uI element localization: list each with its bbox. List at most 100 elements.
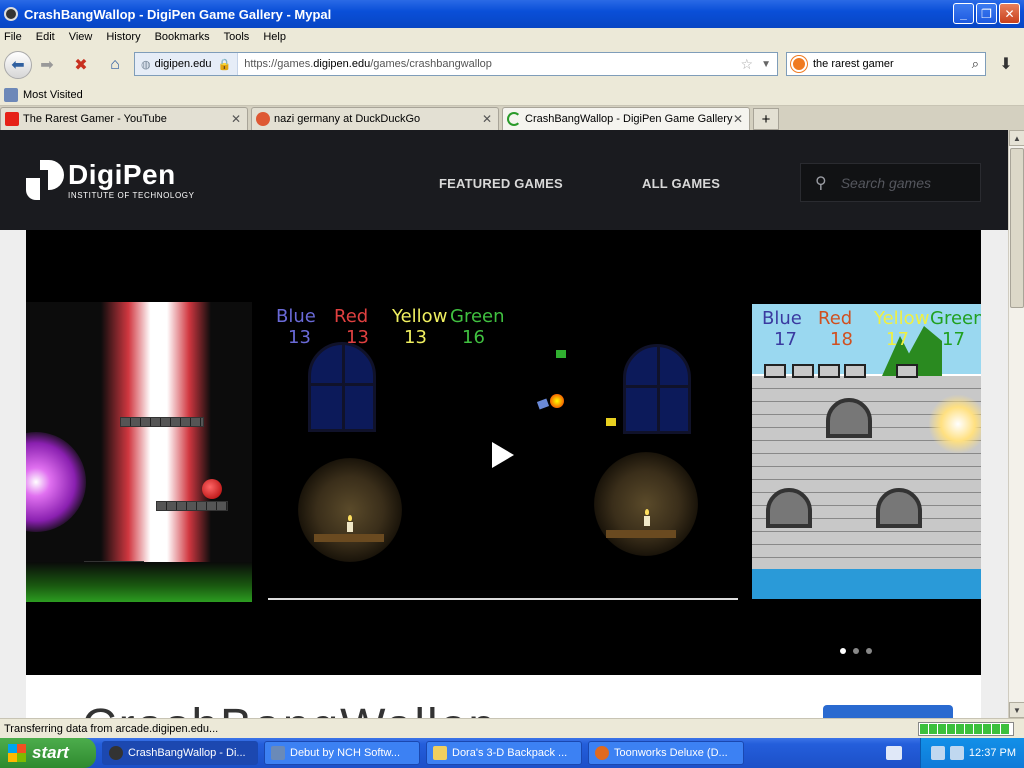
menu-file[interactable]: File	[4, 31, 22, 43]
download-game-button[interactable]	[823, 705, 953, 718]
team-name: Red	[818, 308, 853, 329]
play-icon[interactable]	[492, 442, 514, 468]
games-search-input[interactable]: ⚲ Search games	[800, 163, 981, 202]
address-bar[interactable]: ◍ digipen.edu 🔒 https://games.digipen.ed…	[134, 52, 778, 76]
window-controls: _ ❐ ✕	[953, 3, 1020, 24]
team-name: Blue	[762, 308, 802, 329]
stop-button[interactable]: ✖	[68, 53, 94, 77]
close-window-button[interactable]: ✕	[999, 3, 1020, 24]
score-green: Green 16	[450, 306, 508, 348]
menu-bookmarks[interactable]: Bookmarks	[155, 31, 210, 43]
nav-all-games[interactable]: ALL GAMES	[642, 176, 720, 191]
carousel-dot-3[interactable]	[866, 648, 872, 654]
home-button[interactable]: ⌂	[102, 53, 128, 77]
window-title: CrashBangWallop - DigiPen Game Gallery -…	[24, 6, 332, 22]
tab-label: nazi germany at DuckDuckGo	[274, 113, 421, 125]
site-identity-label: digipen.edu	[154, 58, 212, 70]
menu-view[interactable]: View	[69, 31, 93, 43]
score-red: Red 13	[334, 306, 392, 348]
status-text: Transferring data from arcade.digipen.ed…	[4, 722, 219, 735]
forward-button[interactable]: ➡	[34, 53, 60, 77]
bookmark-most-visited[interactable]: Most Visited	[23, 89, 83, 101]
scroll-up-icon[interactable]: ▲	[1009, 130, 1024, 146]
score-green: Green 17	[930, 308, 981, 350]
navigation-toolbar: ⬅ ➡ ✖ ⌂ ◍ digipen.edu 🔒 https://games.di…	[0, 46, 1024, 84]
volume-icon[interactable]	[949, 746, 964, 760]
team-score: 13	[404, 327, 427, 348]
minimize-button[interactable]: _	[953, 3, 974, 24]
back-button[interactable]: ⬅	[4, 51, 32, 79]
taskbar-item-dora[interactable]: Dora's 3-D Backpack ...	[426, 741, 582, 765]
scroll-down-icon[interactable]: ▼	[1009, 702, 1024, 718]
clock[interactable]: 12:37 PM	[969, 747, 1016, 759]
tab-close-icon[interactable]: ✕	[231, 112, 241, 126]
carousel-slide-next[interactable]: Blue 17 Red 18 Yellow 17 Green 17	[752, 304, 981, 599]
site-identity[interactable]: ◍ digipen.edu 🔒	[135, 53, 239, 75]
tab-youtube[interactable]: The Rarest Gamer - YouTube ✕	[0, 107, 248, 130]
network-icon[interactable]	[930, 746, 945, 760]
tab-close-icon[interactable]: ✕	[733, 112, 743, 126]
red-ball	[202, 479, 222, 499]
carousel-dot-1[interactable]	[840, 648, 846, 654]
tab-close-icon[interactable]: ✕	[482, 112, 492, 126]
page-title: CrashBangWallop	[82, 699, 497, 718]
score-blue: Blue 17	[762, 308, 818, 350]
duckduckgo-tab-icon	[256, 112, 270, 126]
digipen-logo[interactable]: DigiPen INSTITUTE OF TECHNOLOGY	[26, 160, 195, 200]
url-domain: digipen.edu	[313, 58, 371, 70]
nav-featured-games[interactable]: FEATURED GAMES	[439, 176, 563, 191]
tab-duckduckgo[interactable]: nazi germany at DuckDuckGo ✕	[251, 107, 499, 130]
keyboard-icon[interactable]	[886, 746, 902, 760]
new-tab-button[interactable]: +	[753, 108, 779, 130]
menu-history[interactable]: History	[106, 31, 140, 43]
fireball	[928, 394, 981, 454]
page-viewport: DigiPen INSTITUTE OF TECHNOLOGY FEATURED…	[0, 130, 1008, 718]
taskbar-item-label: Toonworks Deluxe (D...	[614, 747, 728, 759]
scrollbar-thumb[interactable]	[1010, 148, 1024, 308]
taskbar-item-debut[interactable]: Debut by NCH Softw...	[264, 741, 420, 765]
bookmark-star-icon[interactable]: ☆	[740, 56, 753, 73]
menu-help[interactable]: Help	[263, 31, 286, 43]
maximize-button[interactable]: ❐	[976, 3, 997, 24]
team-name: Blue	[276, 306, 316, 327]
menu-tools[interactable]: Tools	[224, 31, 250, 43]
youtube-icon	[5, 112, 19, 126]
site-header: DigiPen INSTITUTE OF TECHNOLOGY FEATURED…	[0, 130, 1008, 230]
team-score: 17	[942, 329, 965, 350]
video-progress-bar[interactable]	[268, 598, 738, 600]
system-tray: 12:37 PM	[920, 738, 1024, 768]
start-button[interactable]: start	[0, 738, 96, 768]
url-path: /games/crashbangwallop	[370, 58, 492, 70]
carousel-slide-video[interactable]: Blue 13 Red 13 Yellow 13 Green 16	[268, 302, 738, 600]
url-dropdown-icon[interactable]: ▼	[761, 59, 771, 70]
windows-logo-icon	[8, 744, 26, 762]
logo-subtitle: INSTITUTE OF TECHNOLOGY	[68, 190, 195, 200]
game-scoreboard-right: Blue 17 Red 18 Yellow 17 Green 17	[762, 308, 981, 350]
carousel-dot-2[interactable]	[853, 648, 859, 654]
taskbar-item-label: Dora's 3-D Backpack ...	[452, 747, 568, 759]
downloads-button[interactable]: ⬇	[992, 52, 1020, 76]
taskbar-item-mypal[interactable]: CrashBangWallop - Di...	[102, 741, 258, 765]
search-bar[interactable]: the rarest gamer ⌕	[786, 52, 986, 76]
most-visited-icon	[4, 87, 18, 102]
start-label: start	[32, 743, 69, 762]
taskbar-item-label: Debut by NCH Softw...	[290, 747, 401, 759]
menu-edit[interactable]: Edit	[36, 31, 55, 43]
tab-digipen[interactable]: CrashBangWallop - DigiPen Game Gallery ✕	[502, 107, 750, 130]
window-titlebar: CrashBangWallop - DigiPen Game Gallery -…	[0, 0, 1024, 28]
bookmarks-toolbar: Most Visited	[0, 84, 1024, 106]
team-score: 13	[288, 327, 311, 348]
duckduckgo-icon[interactable]	[791, 56, 807, 72]
windows-taskbar: start CrashBangWallop - Di... Debut by N…	[0, 738, 1024, 768]
team-score: 17	[774, 329, 797, 350]
taskbar-item-toonworks[interactable]: Toonworks Deluxe (D...	[588, 741, 744, 765]
carousel-pagination	[840, 648, 872, 654]
plus-icon: +	[761, 110, 771, 128]
score-yellow: Yellow 13	[392, 306, 450, 348]
score-yellow: Yellow 17	[874, 308, 930, 350]
vertical-scrollbar[interactable]: ▲ ▼	[1008, 130, 1024, 718]
url-text: https://games.digipen.edu/games/crashban…	[238, 58, 492, 70]
carousel-slide-previous[interactable]	[26, 302, 252, 602]
team-score: 17	[886, 329, 909, 350]
search-icon[interactable]: ⌕	[972, 56, 979, 72]
